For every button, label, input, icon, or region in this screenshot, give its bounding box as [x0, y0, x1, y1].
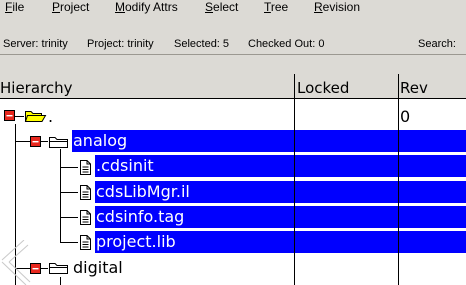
open-folder-icon	[24, 111, 47, 122]
menu-revision[interactable]: Revision	[314, 0, 360, 15]
hierarchy-table[interactable]: Hierarchy Locked Rev . 0 analog .cdsinit…	[0, 74, 466, 285]
menu-project-mnemonic: P	[52, 0, 61, 14]
status-checked-out: Checked Out: 0	[248, 38, 325, 50]
menu-tree-mnemonic: T	[264, 0, 271, 14]
expander-collapse-icon[interactable]	[30, 136, 44, 150]
menu-tree-label: ree	[270, 0, 289, 14]
menu-modify-attrs-label: odify Attrs	[125, 0, 178, 14]
menu-bar: File Project Modify Attrs Select Tree Re…	[0, 0, 466, 20]
row-label-cdsinit[interactable]: .cdsinit	[95, 155, 154, 177]
expander-collapse-icon[interactable]	[4, 110, 18, 124]
rev-cell-root: 0	[400, 107, 411, 126]
menu-project-label: roject	[60, 0, 90, 14]
selection-bar-analog	[72, 130, 466, 152]
row-label-digital[interactable]: digital	[72, 257, 123, 279]
menu-tree[interactable]: Tree	[264, 0, 288, 15]
file-icon	[80, 210, 91, 225]
column-divider-rev[interactable]	[398, 74, 399, 285]
menu-select-mnemonic: S	[205, 0, 214, 14]
folder-icon	[49, 137, 68, 148]
column-header-rev[interactable]: Rev	[399, 74, 466, 99]
row-label-analog[interactable]: analog	[72, 130, 128, 152]
menu-select[interactable]: Select	[205, 0, 238, 15]
column-divider-locked[interactable]	[294, 74, 295, 285]
row-label-cdsinfo[interactable]: cdsinfo.tag	[95, 206, 185, 228]
folder-icon	[49, 263, 68, 274]
row-label-root[interactable]: .	[47, 106, 53, 128]
row-label-project-lib[interactable]: project.lib	[95, 231, 176, 253]
resize-grip-icon[interactable]	[0, 240, 40, 285]
status-bar: Server: trinity Project: trinity Selecte…	[0, 20, 466, 70]
menu-modify-attrs[interactable]: Modify Attrs	[115, 0, 178, 15]
menu-project[interactable]: Project	[52, 0, 89, 15]
column-header-locked[interactable]: Locked	[295, 74, 398, 99]
menu-modify-attrs-mnemonic: M	[115, 0, 125, 14]
menu-select-label: elect	[213, 0, 239, 14]
status-project: Project: trinity	[87, 38, 154, 50]
file-icon	[80, 235, 91, 250]
menu-file-label: ile	[12, 0, 25, 14]
menu-revision-label: evision	[322, 0, 361, 14]
status-separator	[0, 54, 466, 55]
search-label: Search:	[418, 38, 456, 50]
menu-revision-mnemonic: R	[314, 0, 323, 14]
status-selected: Selected: 5	[174, 38, 230, 50]
menu-file[interactable]: File	[5, 0, 24, 15]
row-label-cdslibmgr[interactable]: cdsLibMgr.il	[95, 181, 190, 203]
file-icon	[80, 185, 91, 200]
status-server: Server: trinity	[3, 38, 68, 50]
file-icon	[80, 160, 91, 175]
